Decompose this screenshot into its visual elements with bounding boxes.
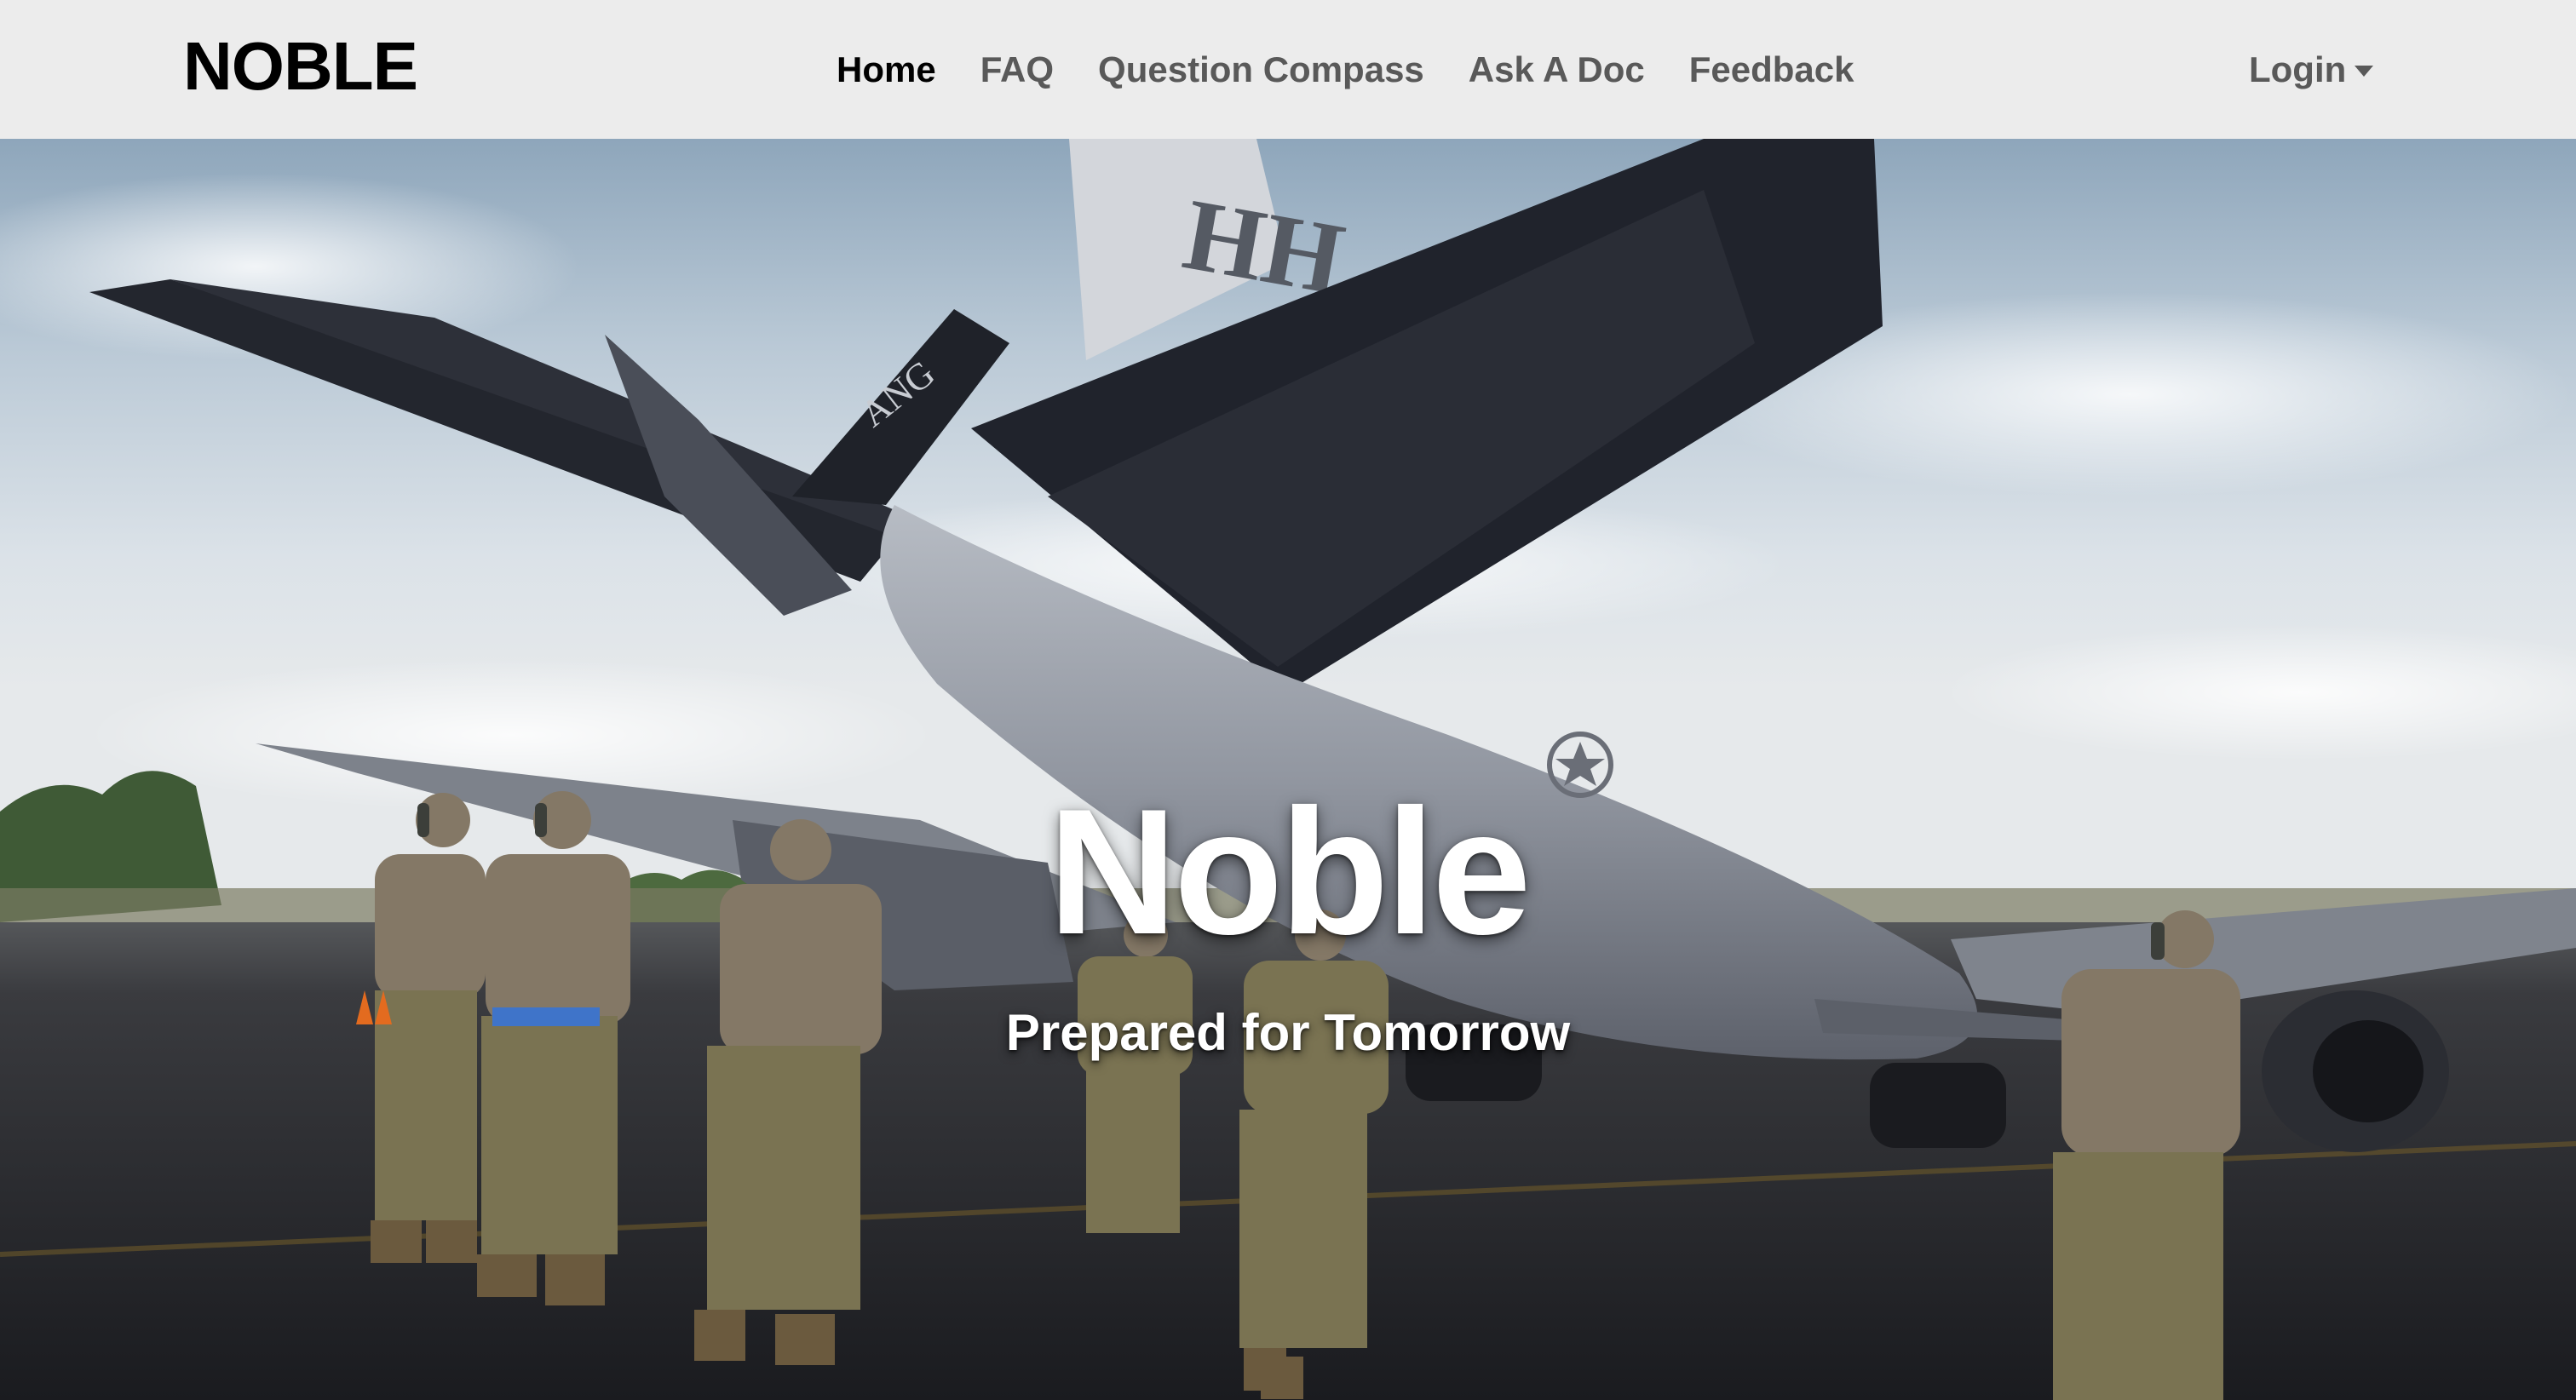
nav-link-question-compass[interactable]: Question Compass: [1098, 49, 1424, 90]
main-nav: Home FAQ Question Compass Ask A Doc Feed…: [837, 44, 1854, 95]
hero-subtitle: Prepared for Tomorrow: [1005, 1004, 1571, 1061]
brand-logo[interactable]: NOBLE: [183, 26, 418, 107]
nav-link-faq[interactable]: FAQ: [980, 49, 1054, 90]
login-label: Login: [2249, 49, 2347, 89]
nav-link-home[interactable]: Home: [837, 49, 936, 90]
login-dropdown[interactable]: Login: [2249, 44, 2374, 95]
hero-text-overlay: Noble Prepared for Tomorrow: [0, 139, 2576, 1400]
hero-title: Noble: [1048, 771, 1531, 972]
nav-link-ask-a-doc[interactable]: Ask A Doc: [1469, 49, 1645, 90]
hero-banner: HH ANG Noble Prepared for Tomorrow: [0, 139, 2576, 1400]
top-navbar: NOBLE Home FAQ Question Compass Ask A Do…: [0, 0, 2576, 139]
nav-link-feedback[interactable]: Feedback: [1689, 49, 1854, 90]
caret-down-icon: [2355, 65, 2374, 77]
